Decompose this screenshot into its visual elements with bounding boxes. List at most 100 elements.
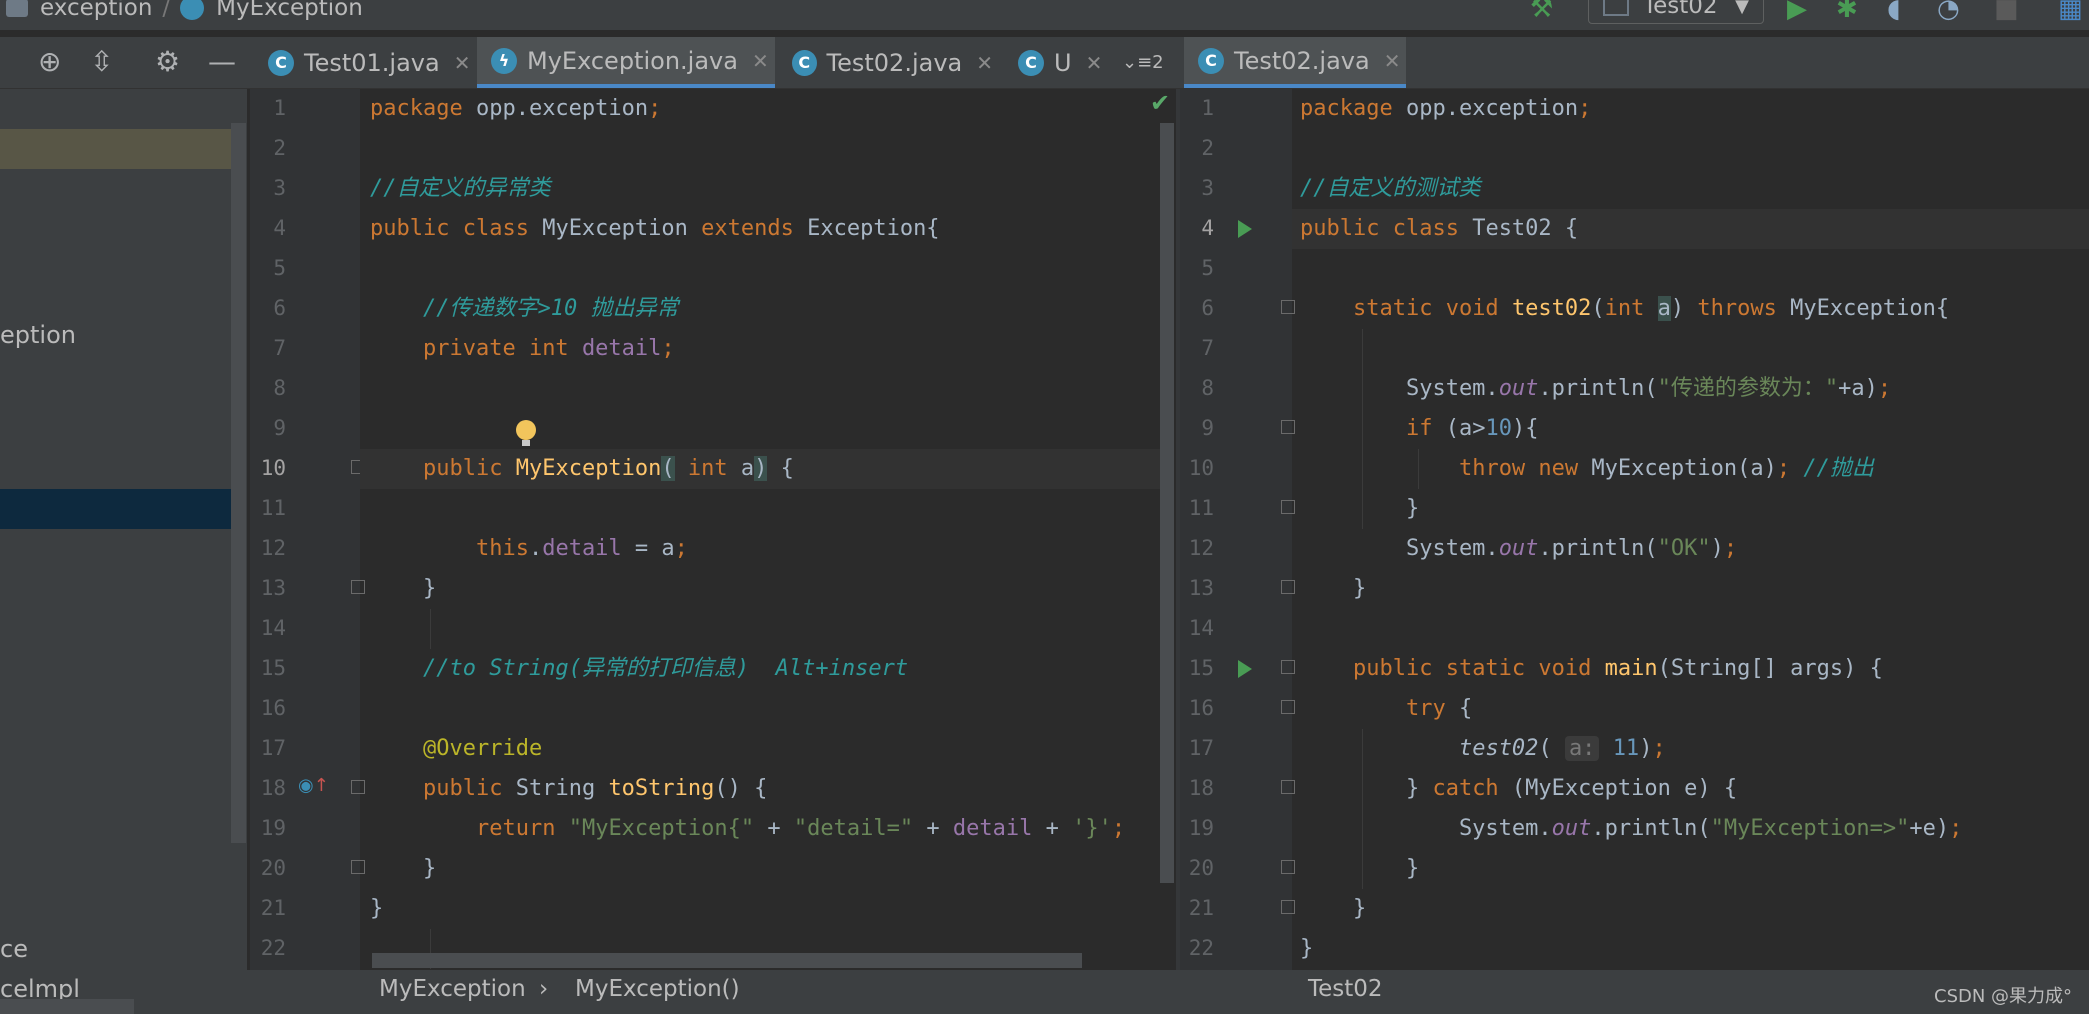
- line-number: 22: [260, 936, 286, 960]
- line-number: 9: [1201, 416, 1214, 440]
- project-hscrollbar[interactable]: [0, 999, 134, 1014]
- line-number: 12: [260, 536, 286, 560]
- line-number: 17: [260, 736, 286, 760]
- tab-test02-right[interactable]: C Test02.java ✕: [1184, 37, 1406, 88]
- code-line: static void test02(int a) throws MyExcep…: [1352, 296, 1950, 321]
- code-line: System.out.println("OK");: [1300, 536, 1738, 561]
- fold-marker[interactable]: [1281, 860, 1295, 874]
- close-icon[interactable]: ✕: [976, 51, 993, 75]
- line-number: 19: [260, 816, 286, 840]
- line-number: 3: [273, 176, 286, 200]
- fold-marker[interactable]: [1281, 900, 1295, 914]
- close-icon[interactable]: ✕: [1384, 49, 1401, 73]
- close-icon[interactable]: ✕: [752, 49, 769, 73]
- line-number: 18: [260, 776, 286, 800]
- line-number: 20: [1188, 856, 1214, 880]
- run-icon[interactable]: ▶: [1787, 0, 1807, 24]
- intention-bulb-icon[interactable]: [516, 420, 536, 446]
- fold-marker[interactable]: [351, 780, 365, 794]
- chevron-down-icon: ▼: [1735, 0, 1749, 17]
- line-number: 16: [260, 696, 286, 720]
- code-line: //自定义的异常类: [370, 176, 551, 201]
- run-configuration-dropdown[interactable]: Test02 ▼: [1588, 0, 1764, 24]
- collapse-all-icon[interactable]: ⇳: [90, 45, 113, 78]
- editor-hscrollbar[interactable]: [372, 953, 1082, 968]
- tab-label: Test02.java: [1234, 46, 1370, 75]
- project-structure-icon[interactable]: ▦: [2058, 0, 2083, 24]
- tab-test02[interactable]: C Test02.java ✕: [778, 37, 993, 88]
- code-line: this.detail = a;: [475, 536, 688, 561]
- code-line: System.out.println("传递的参数为："+a);: [1300, 376, 1892, 401]
- coverage-icon[interactable]: ◖: [1887, 0, 1901, 24]
- run-gutter-icon[interactable]: [1238, 660, 1252, 678]
- tab-overflow-button[interactable]: ⌄≡2: [1114, 37, 1174, 88]
- fold-marker[interactable]: [1281, 300, 1295, 314]
- tab-u[interactable]: C U ✕: [1004, 37, 1114, 88]
- tab-test01[interactable]: C Test01.java ✕: [254, 37, 474, 88]
- close-icon[interactable]: ✕: [1086, 51, 1103, 75]
- run-config-icon: [1603, 0, 1629, 16]
- tab-myexception[interactable]: ϟ MyException.java ✕: [477, 37, 775, 88]
- project-scrollbar[interactable]: [231, 123, 246, 843]
- fold-marker[interactable]: [351, 580, 365, 594]
- line-number: 21: [260, 896, 286, 920]
- breadcrumb-package[interactable]: exception: [40, 0, 152, 21]
- override-gutter-icon[interactable]: ◉↑: [298, 775, 329, 796]
- fold-marker[interactable]: [1281, 500, 1295, 514]
- folder-icon: [6, 0, 28, 17]
- build-hammer-icon[interactable]: ⚒: [1530, 0, 1553, 24]
- debug-icon[interactable]: ✱: [1836, 0, 1858, 24]
- gutter: 1 2 3 4 5 6 7 8 9 10 11 12 13 14 15 16 1…: [1180, 89, 1295, 970]
- breadcrumb-class[interactable]: MyException: [379, 976, 526, 1002]
- fold-marker[interactable]: [1281, 420, 1295, 434]
- line-number: 4: [273, 216, 286, 240]
- fold-marker[interactable]: [1281, 700, 1295, 714]
- code-line: public class Test02 {: [1300, 216, 1579, 241]
- project-pane: eption ce celmpl: [0, 89, 247, 1014]
- tab-label: U: [1054, 48, 1072, 77]
- line-number: 14: [260, 616, 286, 640]
- project-item-service[interactable]: ce: [0, 935, 28, 963]
- line-number: 1: [1201, 96, 1214, 120]
- run-gutter-icon[interactable]: [1238, 220, 1252, 238]
- editor-vscrollbar[interactable]: [1160, 123, 1174, 883]
- code-line: }: [370, 896, 384, 921]
- code-line: try {: [1405, 696, 1473, 721]
- code-line: }: [370, 576, 437, 601]
- profile-icon[interactable]: ◔: [1937, 0, 1960, 24]
- fold-marker[interactable]: [1281, 660, 1295, 674]
- line-number: 17: [1188, 736, 1214, 760]
- navigation-bar: exception / MyException ⚒ Test02 ▼ ▶ ✱ ◖…: [0, 0, 2089, 30]
- project-item-highlight[interactable]: [0, 129, 246, 169]
- project-item-selected[interactable]: [0, 489, 246, 529]
- hide-icon[interactable]: —: [208, 45, 236, 78]
- breadcrumb-class-right[interactable]: Test02: [1308, 976, 1383, 1002]
- tab-label: Test02.java: [826, 48, 963, 77]
- code-line: public MyException( int a) {: [422, 456, 794, 481]
- line-number: 2: [273, 136, 286, 160]
- line-number: 13: [1188, 576, 1214, 600]
- breadcrumb-method[interactable]: MyException(): [575, 976, 740, 1002]
- code-line: private int detail;: [422, 336, 675, 361]
- project-item-exception[interactable]: eption: [0, 321, 76, 349]
- editor-test02[interactable]: 1 2 3 4 5 6 7 8 9 10 11 12 13 14 15 16 1…: [1180, 89, 2089, 970]
- stop-icon[interactable]: ■: [1994, 0, 2019, 24]
- code-line: if (a>10){: [1405, 416, 1539, 441]
- code-line: package opp.exception;: [1300, 96, 1592, 121]
- code-line: throw new MyException(a); //抛出: [1458, 456, 1874, 481]
- editor-myexception[interactable]: 1 2 3 4 5 6 7 8 9 10 11 12 13 14 15 16 1…: [250, 89, 1176, 970]
- locate-icon[interactable]: ⊕: [38, 45, 61, 78]
- breadcrumb-class[interactable]: MyException: [216, 0, 363, 21]
- fold-marker[interactable]: [351, 860, 365, 874]
- fold-marker[interactable]: [1281, 780, 1295, 794]
- code-line: }: [1300, 896, 1367, 921]
- line-number: 19: [1188, 816, 1214, 840]
- inspection-ok-icon[interactable]: ✔: [1150, 89, 1170, 117]
- code-line: } catch (MyException e) {: [1300, 776, 1738, 801]
- line-number: 20: [260, 856, 286, 880]
- code-line: //自定义的测试类: [1300, 176, 1481, 201]
- close-icon[interactable]: ✕: [454, 51, 471, 75]
- fold-marker[interactable]: [1281, 580, 1295, 594]
- line-number: 2: [1201, 136, 1214, 160]
- gear-icon[interactable]: ⚙: [155, 45, 180, 78]
